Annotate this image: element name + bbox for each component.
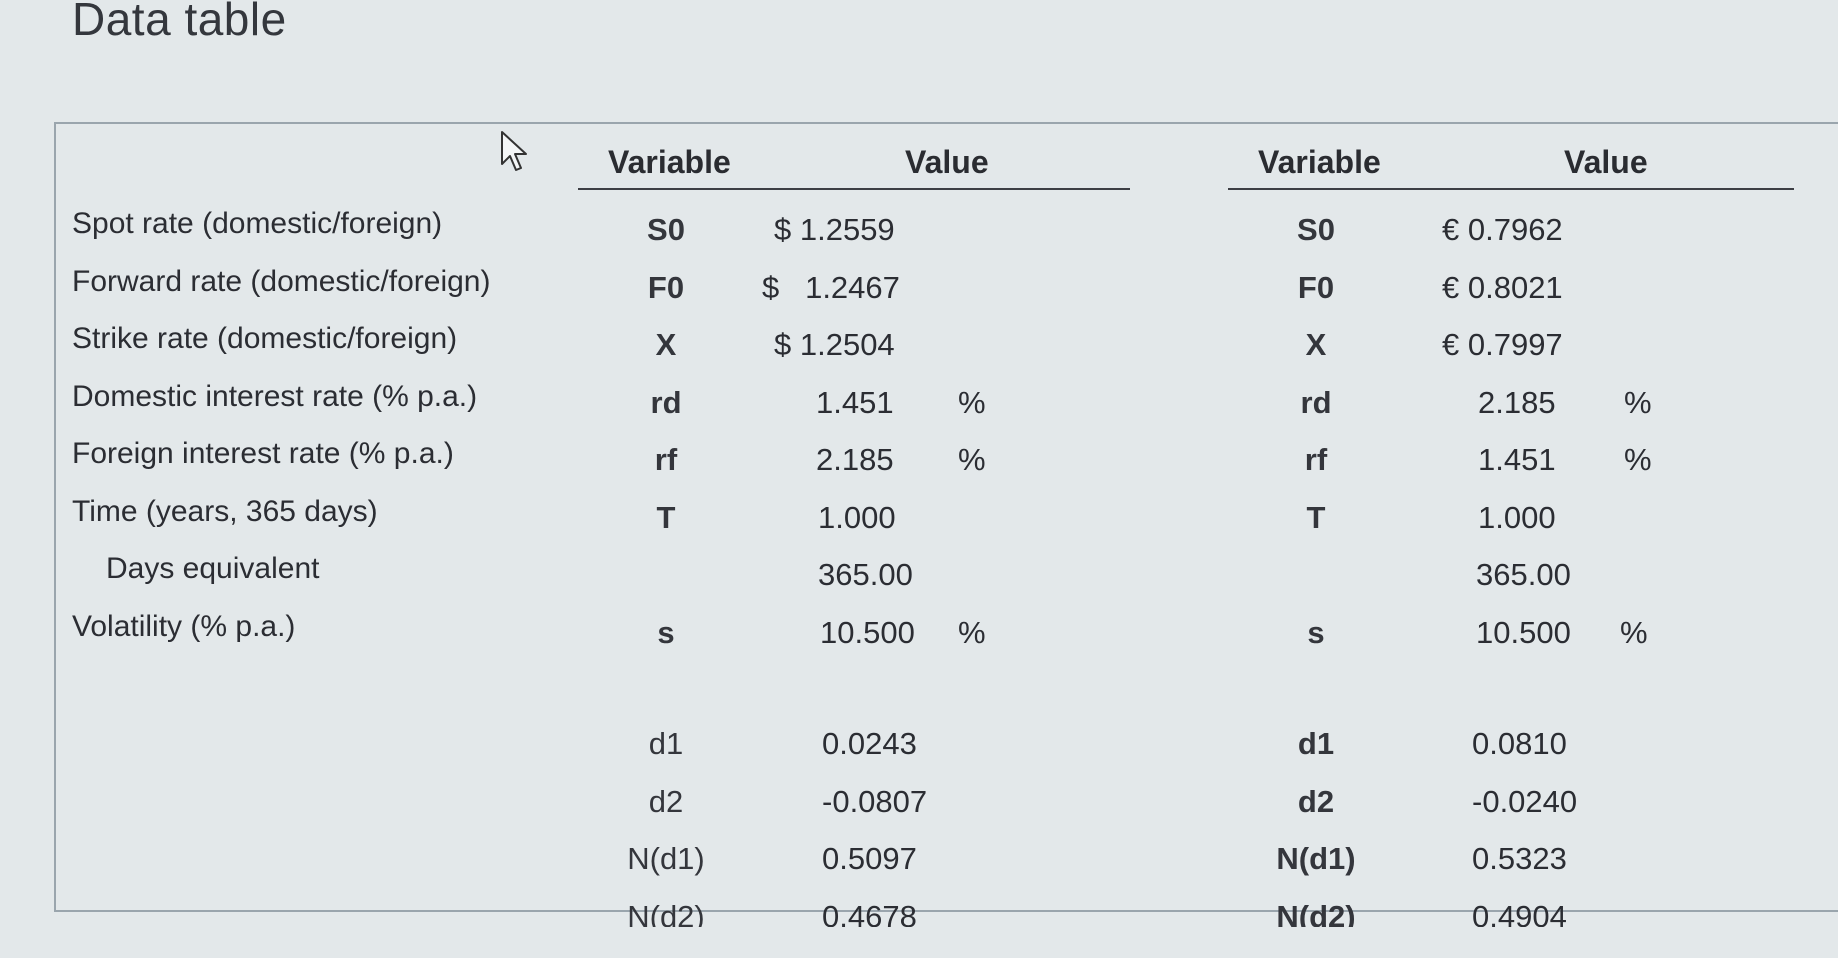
table-row: 365.00 [1228, 545, 1794, 603]
cell-value: -0.0807 [822, 783, 928, 819]
cell-variable: d2 [648, 783, 684, 819]
table-row: F0 $ 1.2467 [578, 258, 1130, 316]
cell-value: 10.500 [1476, 614, 1571, 650]
result-row: d1 0.0810 [1228, 714, 1794, 772]
table-row: T 1.000 [578, 488, 1130, 546]
cell-value: 2.185 [816, 442, 894, 477]
table-row: rd 2.185 % [1228, 373, 1794, 431]
cell-value: 0.0810 [1472, 726, 1567, 761]
cell-unit: % [1624, 384, 1652, 420]
cell-variable: s [657, 614, 675, 650]
page-title: Data table [72, 0, 287, 45]
table-row: s 10.500 % [1228, 603, 1794, 661]
table-row: X € 0.7997 [1228, 315, 1794, 373]
cell-value: 10.500 [820, 614, 915, 650]
table-row: S0 € 0.7962 [1228, 200, 1794, 258]
cell-value: 0.5323 [1472, 841, 1567, 876]
cell-value: $ 1.2467 [762, 269, 900, 305]
cell-variable: X [655, 327, 677, 362]
mouse-pointer-icon [501, 131, 527, 171]
header-variable: Variable [608, 144, 731, 180]
cell-variable: X [1305, 327, 1327, 362]
cell-variable: F0 [647, 269, 685, 305]
cell-value: 0.4678 [822, 898, 917, 927]
cell-variable: N(d2) [1276, 898, 1356, 927]
cell-unit: % [958, 384, 986, 420]
cell-variable: d1 [1297, 726, 1335, 761]
cell-variable: S0 [647, 212, 685, 247]
cell-variable: T [1306, 499, 1326, 535]
result-row: N(d2) 0.4678 [578, 887, 1130, 927]
header-variable: Variable [1258, 144, 1381, 180]
row-label-forward-rate: Forward rate (domestic/foreign) [72, 264, 491, 298]
result-row: d2 -0.0240 [1228, 772, 1794, 830]
cell-value: $ 1.2504 [774, 327, 895, 362]
cell-value: 0.4904 [1472, 898, 1567, 927]
cell-value: $ 1.2559 [774, 212, 895, 247]
table-row: 365.00 [578, 545, 1130, 603]
cell-value: € 0.7962 [1442, 212, 1563, 247]
cell-variable: N(d2) [627, 898, 705, 927]
cell-unit: % [1620, 614, 1648, 650]
table-row: F0 € 0.8021 [1228, 258, 1794, 316]
cell-value: 1.000 [1478, 499, 1556, 535]
row-label-volatility: Volatility (% p.a.) [72, 609, 296, 643]
row-label-days: Days equivalent [106, 552, 320, 585]
table-row: T 1.000 [1228, 488, 1794, 546]
cell-variable: rf [1304, 442, 1328, 477]
cell-variable: N(d1) [1276, 841, 1356, 876]
cell-unit: % [1624, 442, 1652, 477]
cell-value: 2.185 [1478, 384, 1556, 420]
panel-header: Variable Value [578, 136, 1130, 190]
table-row: rd 1.451 % [578, 373, 1130, 431]
cell-value: 1.451 [1478, 442, 1556, 477]
cell-value: € 0.8021 [1442, 269, 1563, 305]
result-row: N(d1) 0.5097 [578, 829, 1130, 887]
row-label-strike-rate: Strike rate (domestic/foreign) [72, 322, 458, 355]
result-row: N(d2) 0.4904 [1228, 887, 1794, 927]
result-row: d1 0.0243 [578, 714, 1130, 772]
row-labels: Spot rate (domestic/foreign) Forward rat… [72, 200, 552, 660]
table-row: S0 $ 1.2559 [578, 200, 1130, 258]
cell-value: 365.00 [1476, 557, 1571, 592]
cell-variable: s [1307, 614, 1325, 650]
table-row: X $ 1.2504 [578, 315, 1130, 373]
table-row: rf 2.185 % [578, 430, 1130, 488]
cell-value: 0.5097 [822, 841, 917, 876]
row-label-foreign-rate: Foreign interest rate (% p.a.) [72, 437, 454, 470]
cell-value: 1.451 [816, 384, 894, 420]
row-label-spot-rate: Spot rate (domestic/foreign) [72, 207, 443, 240]
cell-value: € 0.7997 [1442, 327, 1563, 362]
cell-value: 1.000 [818, 499, 896, 535]
cell-variable: rd [650, 384, 682, 420]
cell-value: -0.0240 [1472, 783, 1578, 819]
row-label-domestic-rate: Domestic interest rate (% p.a.) [72, 379, 478, 413]
result-row: d2 -0.0807 [578, 772, 1130, 830]
cell-unit: % [958, 614, 986, 650]
cell-unit: % [958, 442, 986, 477]
cell-value: 0.0243 [822, 726, 917, 761]
header-value: Value [1564, 144, 1648, 180]
cell-variable: N(d1) [627, 841, 705, 876]
cell-variable: d2 [1297, 783, 1335, 819]
row-label-time: Time (years, 365 days) [72, 494, 378, 528]
cell-variable: S0 [1297, 212, 1335, 247]
table-row: rf 1.451 % [1228, 430, 1794, 488]
cell-variable: F0 [1297, 269, 1335, 305]
panel-header: Variable Value [1228, 136, 1794, 190]
foreign-panel: Variable Value S0 € 0.7962 F0 € 0.8021 X… [1228, 136, 1794, 927]
cell-variable: d1 [648, 726, 684, 761]
domestic-panel: Variable Value S0 $ 1.2559 F0 $ 1.2467 X… [578, 136, 1130, 927]
header-value: Value [905, 144, 989, 180]
cell-value: 365.00 [818, 557, 913, 592]
cell-variable: rf [654, 442, 678, 477]
cell-variable: rd [1300, 384, 1332, 420]
cell-variable: T [656, 499, 676, 535]
table-row: s 10.500 % [578, 603, 1130, 661]
result-row: N(d1) 0.5323 [1228, 829, 1794, 887]
